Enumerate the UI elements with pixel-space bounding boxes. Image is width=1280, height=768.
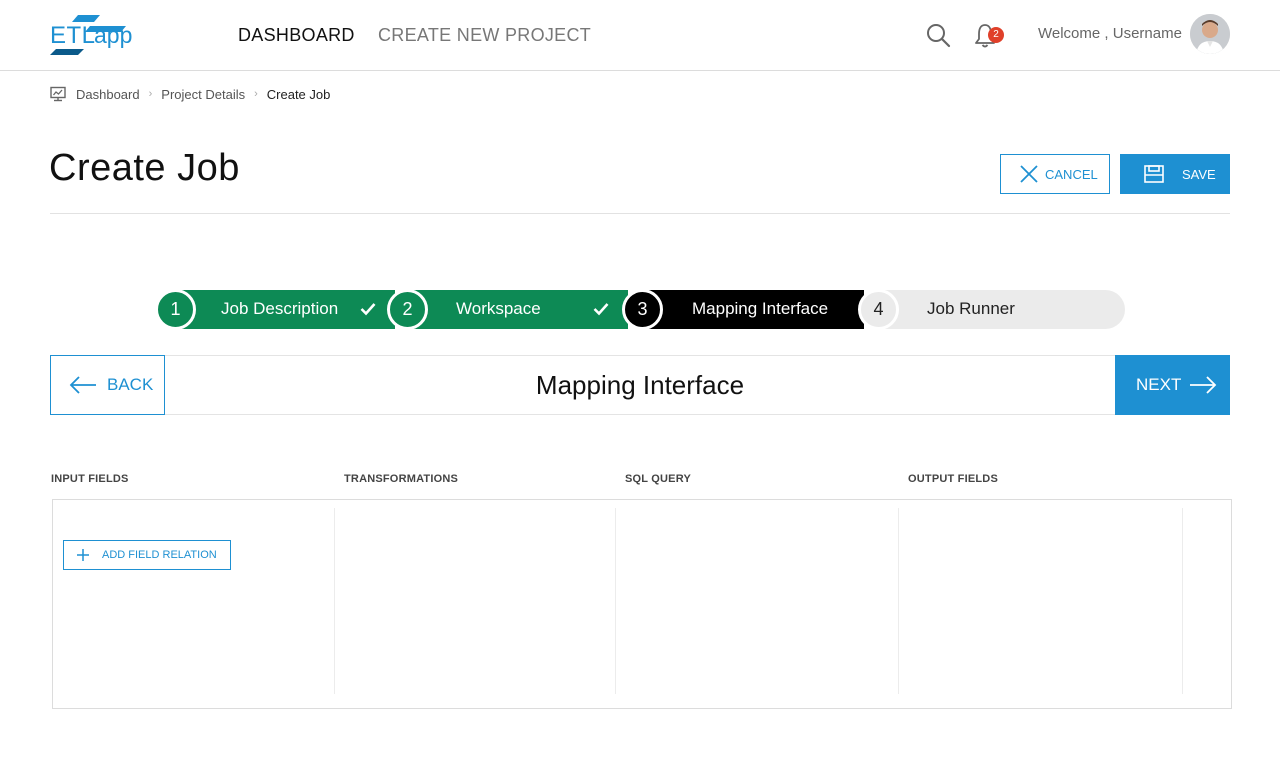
cancel-label: CANCEL xyxy=(1045,166,1098,182)
panel-title: Mapping Interface xyxy=(535,369,745,400)
search-icon xyxy=(927,24,951,48)
search-button[interactable] xyxy=(925,22,951,48)
panel-title-bar: Mapping Interface xyxy=(165,355,1115,415)
job-stepper: 1 Job Description 2 Workspace 3 Mapping … xyxy=(155,289,1125,330)
check-icon xyxy=(593,303,609,316)
save-button[interactable]: SAVE xyxy=(1120,154,1230,194)
breadcrumb-separator: › xyxy=(148,88,153,100)
step-number: 2 xyxy=(387,289,428,330)
avatar[interactable] xyxy=(1190,14,1230,54)
column-header-sql-query: SQL QUERY xyxy=(625,473,691,485)
plus-icon xyxy=(77,549,89,561)
step-job-runner[interactable]: 4 Job Runner xyxy=(858,289,1125,330)
column-header-output-fields: OUTPUT FIELDS xyxy=(908,473,998,485)
next-label: NEXT xyxy=(1136,375,1182,394)
step-label: Mapping Interface xyxy=(692,299,829,318)
back-label: BACK xyxy=(107,375,154,394)
add-field-relation-label: ADD FIELD RELATION xyxy=(102,549,217,561)
column-header-input-fields: INPUT FIELDS xyxy=(51,473,129,485)
user-avatar-icon xyxy=(1190,14,1230,54)
check-icon xyxy=(360,303,376,316)
close-icon xyxy=(1020,165,1038,183)
svg-text:ETL: ETL xyxy=(50,22,96,49)
app-header: ETL app DASHBOARD CREATE NEW PROJECT 2 W… xyxy=(0,0,1280,71)
breadcrumb: Dashboard › Project Details › Create Job xyxy=(50,84,330,104)
step-number: 3 xyxy=(622,289,663,330)
page-title: Create Job xyxy=(49,147,240,189)
etl-app-logo[interactable]: ETL app xyxy=(50,14,132,56)
nav-dashboard[interactable]: DASHBOARD xyxy=(238,25,355,46)
step-label: Workspace xyxy=(456,299,541,318)
monitor-chart-icon xyxy=(50,86,66,102)
breadcrumb-separator: › xyxy=(254,88,258,100)
column-divider xyxy=(615,508,616,694)
cancel-button[interactable]: CANCEL xyxy=(1000,154,1110,194)
mapping-area: ADD FIELD RELATION xyxy=(52,499,1232,709)
svg-text:app: app xyxy=(94,22,132,48)
column-header-transformations: TRANSFORMATIONS xyxy=(344,473,459,485)
step-mapping-interface[interactable]: 3 Mapping Interface xyxy=(622,289,864,330)
step-number: 1 xyxy=(155,289,196,330)
save-icon xyxy=(1144,165,1164,183)
save-label: SAVE xyxy=(1182,166,1216,182)
column-divider xyxy=(898,508,899,694)
next-button[interactable]: NEXT xyxy=(1115,355,1230,415)
add-field-relation-button[interactable]: ADD FIELD RELATION xyxy=(63,540,231,570)
welcome-text: Welcome , Username xyxy=(1038,25,1182,42)
step-number: 4 xyxy=(858,289,899,330)
arrow-left-icon xyxy=(69,376,96,394)
breadcrumb-dashboard[interactable]: Dashboard xyxy=(76,87,140,102)
notification-badge: 2 xyxy=(988,27,1004,43)
column-divider xyxy=(334,508,335,694)
step-job-description[interactable]: 1 Job Description xyxy=(155,289,395,330)
column-divider xyxy=(1182,508,1183,694)
notifications-button[interactable]: 2 xyxy=(975,22,1007,48)
nav-create-new-project[interactable]: CREATE NEW PROJECT xyxy=(378,25,591,46)
breadcrumb-create-job: Create Job xyxy=(266,86,331,102)
step-label: Job Runner xyxy=(927,299,1015,318)
breadcrumb-project-details[interactable]: Project Details xyxy=(161,87,245,102)
back-button[interactable]: BACK xyxy=(50,355,165,415)
title-divider xyxy=(50,213,1230,214)
step-workspace[interactable]: 2 Workspace xyxy=(387,289,628,330)
step-label: Job Description xyxy=(221,299,339,318)
arrow-right-icon xyxy=(1190,376,1217,394)
